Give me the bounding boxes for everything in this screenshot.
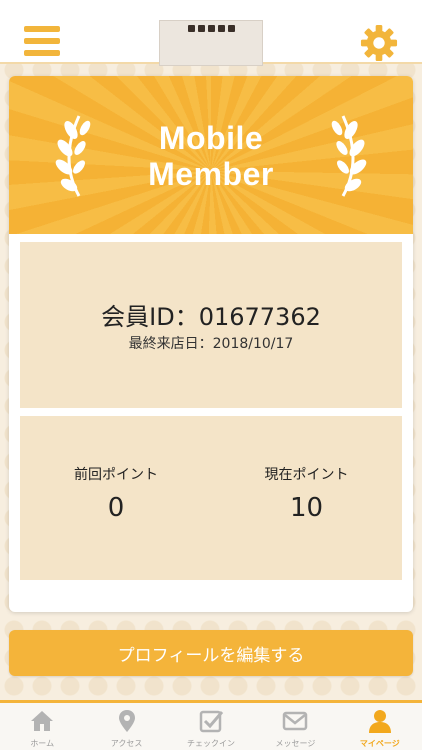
current-points-label: 現在ポイント [264, 467, 349, 483]
checkin-icon [199, 710, 224, 733]
home-icon [31, 711, 54, 731]
last-visit-value: 2018/10/17 [212, 336, 294, 352]
tab-message-label: メッセージ [275, 739, 316, 748]
member-id: 会員ID：01677362 [20, 302, 402, 332]
member-id-label: 会員ID： [101, 303, 199, 331]
last-visit-label: 最終来店日： [128, 336, 213, 352]
current-points: 現在ポイント 10 [211, 466, 402, 524]
app-header [0, 0, 422, 66]
member-id-value: 01677362 [198, 303, 321, 331]
gear-icon[interactable] [360, 24, 398, 62]
points-panel: 前回ポイント 0 現在ポイント 10 [20, 416, 402, 580]
tab-access-label: アクセス [110, 739, 143, 748]
tab-home[interactable]: ホーム [0, 703, 84, 750]
last-visit: 最終来店日：2018/10/17 [20, 335, 402, 353]
previous-points-value: 0 [107, 493, 125, 523]
tab-checkin-label: チェックイン [187, 739, 236, 748]
current-points-value: 10 [289, 493, 324, 523]
member-card: Mobile Member 会員ID：01677362 最終来店日：2018/1… [9, 76, 413, 612]
tab-access[interactable]: アクセス [84, 703, 168, 750]
laurel-right-icon [331, 115, 367, 197]
tab-mypage[interactable]: マイページ [338, 703, 422, 750]
edit-profile-button[interactable]: プロフィールを編集する [9, 630, 413, 676]
member-banner: Mobile Member [9, 76, 413, 234]
tab-home-label: ホーム [30, 739, 55, 748]
mail-icon [283, 711, 308, 731]
previous-points: 前回ポイント 0 [31, 466, 201, 524]
previous-points-label: 前回ポイント [74, 467, 158, 483]
bottom-tab-bar: ホーム アクセス チェックイン メッセージ マイページ [0, 700, 422, 750]
tab-checkin[interactable]: チェックイン [169, 703, 253, 750]
tab-message[interactable]: メッセージ [253, 703, 337, 750]
logo-lettering [187, 25, 235, 32]
hamburger-menu-icon[interactable] [24, 26, 60, 56]
store-logo [159, 20, 263, 66]
map-pin-icon [118, 710, 135, 732]
member-id-panel: 会員ID：01677362 最終来店日：2018/10/17 [20, 242, 402, 408]
tab-mypage-label: マイページ [359, 739, 400, 748]
person-icon [368, 710, 391, 733]
